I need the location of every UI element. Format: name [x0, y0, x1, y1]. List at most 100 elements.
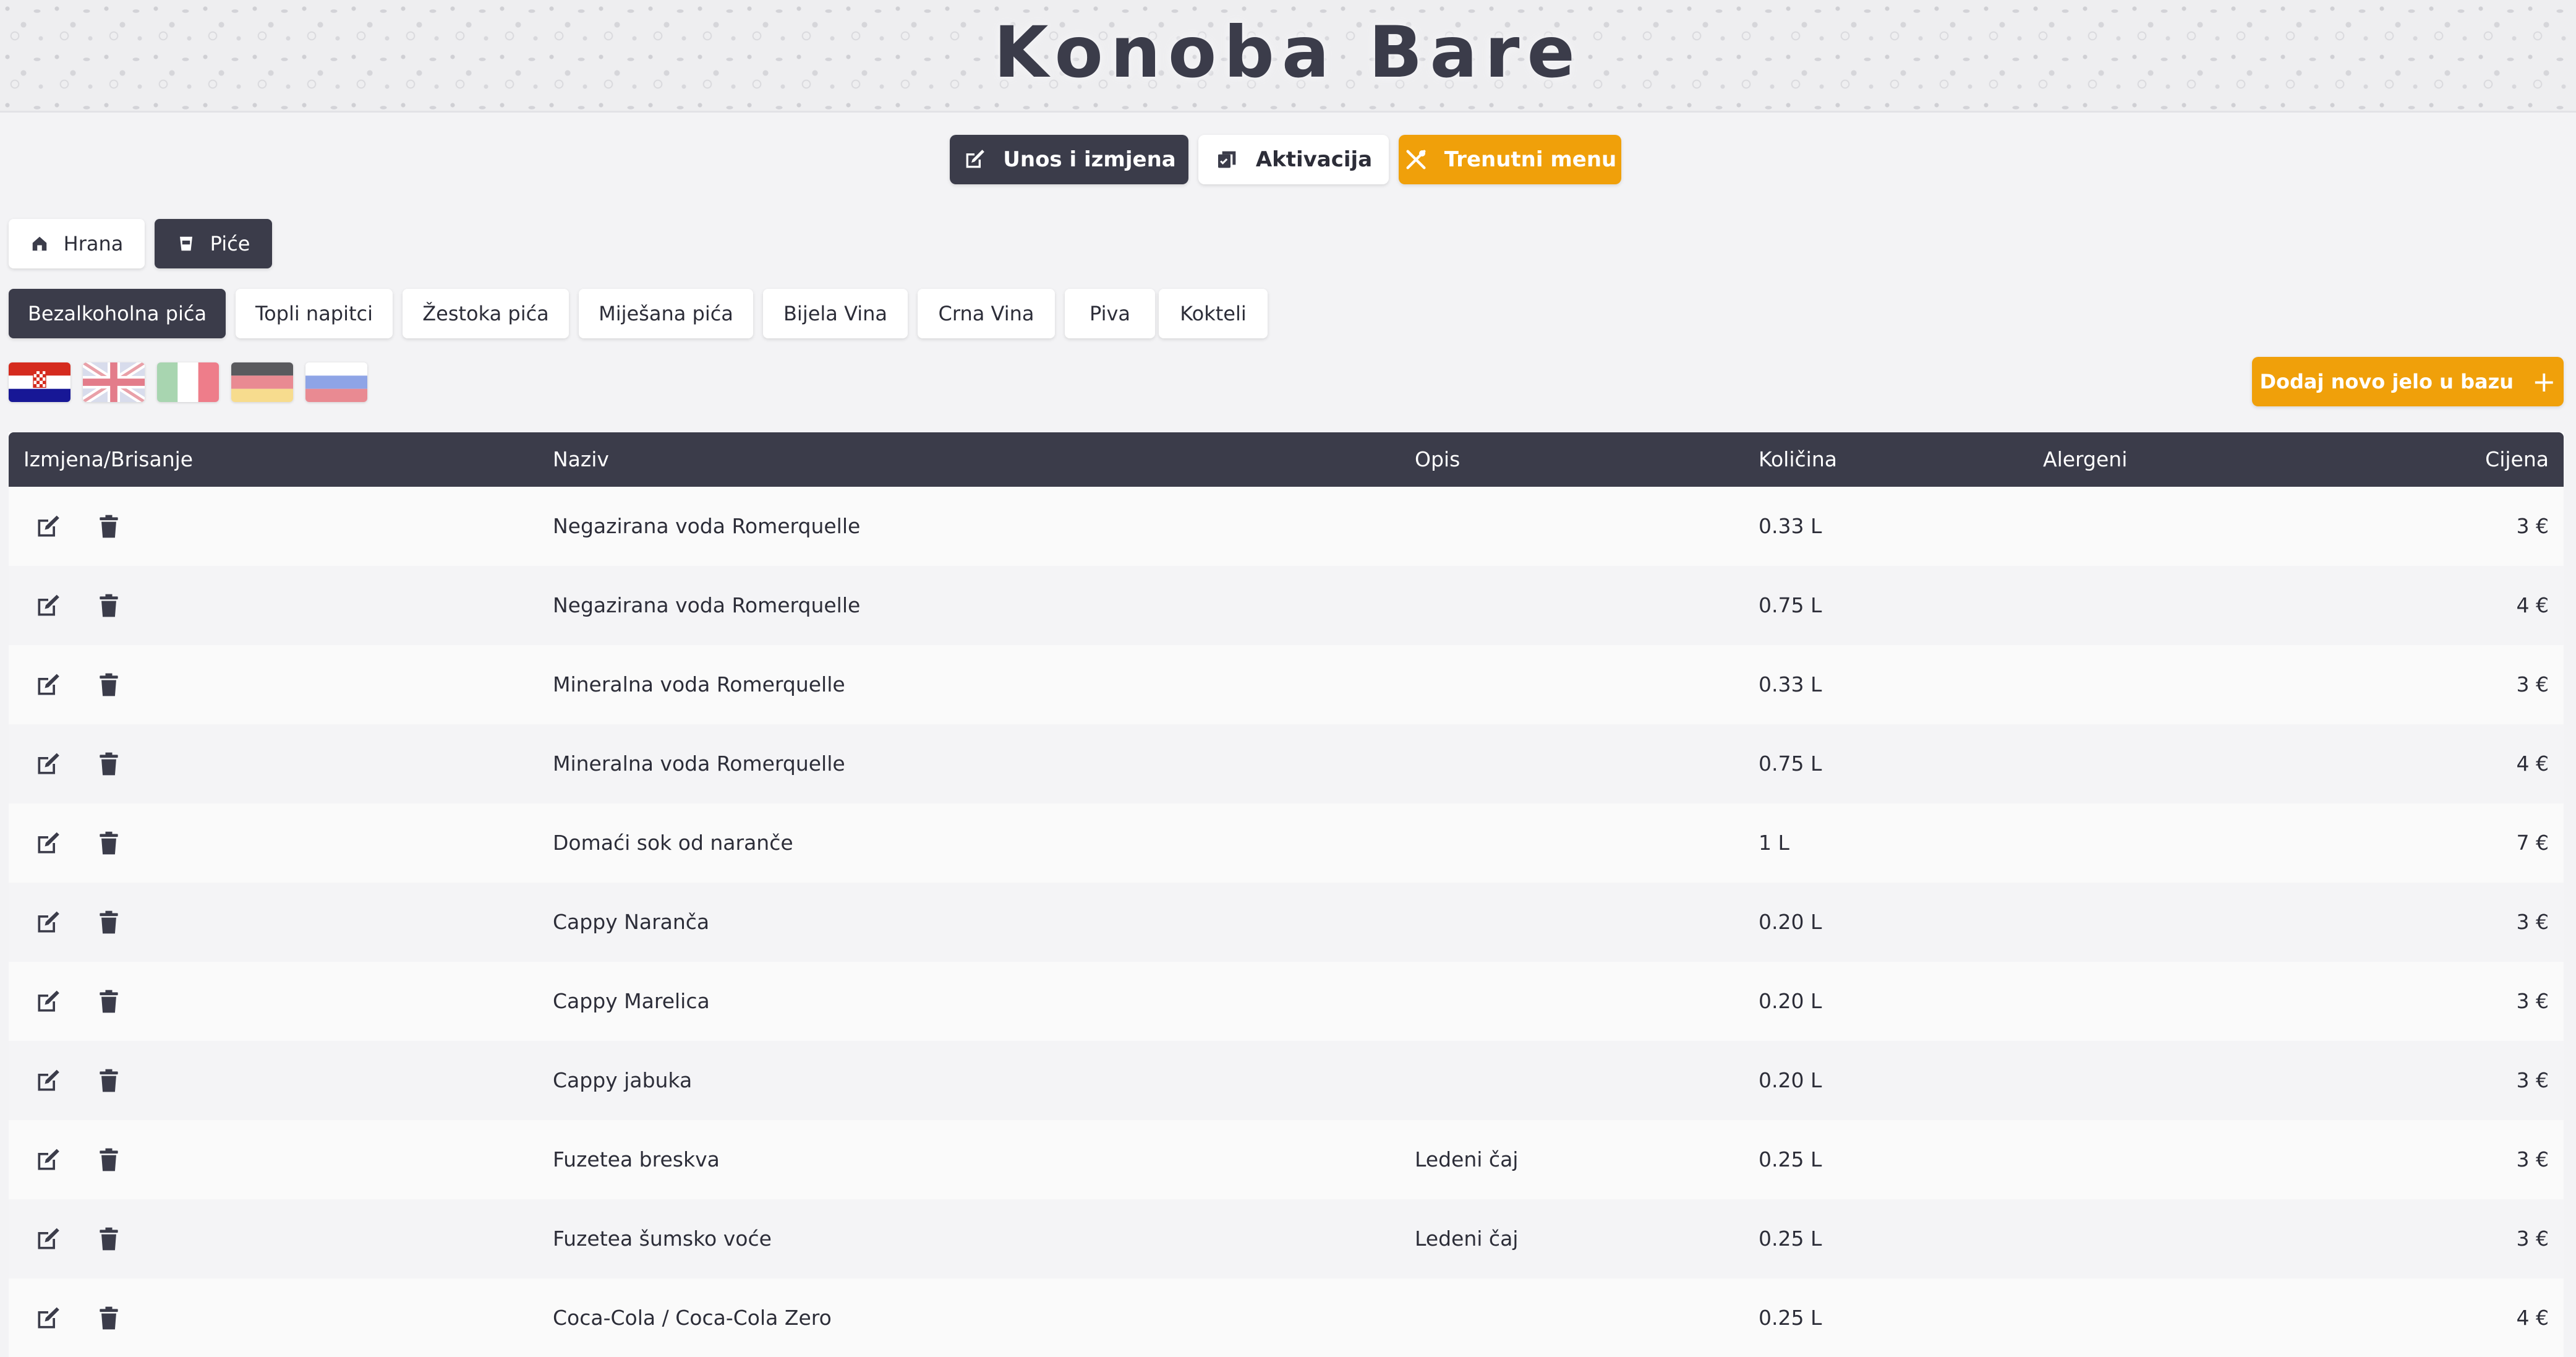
table-row: Mineralna voda Romerquelle 0.33 L 3 €: [9, 645, 2564, 724]
table-row: Mineralna voda Romerquelle 0.75 L 4 €: [9, 724, 2564, 803]
edit-icon[interactable]: [35, 1304, 62, 1332]
tab-topli-napitci[interactable]: Topli napitci: [236, 289, 393, 338]
edit-icon[interactable]: [35, 750, 62, 777]
plus-icon: +: [2531, 365, 2556, 398]
row-actions: [9, 1041, 194, 1120]
table-row: Coca-Cola / Coca-Cola Zero 0.25 L 4 €: [9, 1278, 2564, 1357]
category-pice-button[interactable]: Piće: [155, 219, 272, 268]
trash-icon[interactable]: [95, 592, 122, 619]
edit-icon: [962, 147, 987, 172]
table-row: Cappy Naranča 0.20 L 3 €: [9, 883, 2564, 962]
cell-kolicina: 1 L: [1759, 831, 1789, 855]
header-cijena[interactable]: Cijena: [2485, 432, 2549, 487]
german-flag-icon[interactable]: [231, 362, 293, 402]
croatian-flag-icon[interactable]: [9, 362, 70, 402]
cell-cijena: 3 €: [2516, 989, 2549, 1013]
table-row: Negazirana voda Romerquelle 0.33 L 3 €: [9, 487, 2564, 566]
english-flag-icon[interactable]: [83, 362, 145, 402]
tab-mijesana-pica[interactable]: Miješana pića: [579, 289, 753, 338]
edit-icon[interactable]: [35, 909, 62, 936]
header-actions: Izmjena/Brisanje: [23, 447, 194, 471]
cell-kolicina: 0.33 L: [1759, 672, 1822, 696]
edit-icon[interactable]: [35, 1225, 62, 1252]
cell-naziv: Cappy Naranča: [553, 910, 710, 934]
tab-zestoka-pica[interactable]: Žestoka pića: [403, 289, 569, 338]
cell-kolicina: 0.20 L: [1759, 989, 1822, 1013]
category-pice-label: Piće: [210, 232, 250, 255]
trash-icon[interactable]: [95, 671, 122, 698]
trash-icon[interactable]: [95, 1067, 122, 1094]
edit-icon[interactable]: [35, 592, 62, 619]
trash-icon[interactable]: [95, 1225, 122, 1252]
restaurant-title: Konoba Bare: [994, 11, 1582, 93]
food-icon: [30, 234, 49, 253]
nav-aktivacija-button[interactable]: Aktivacija: [1198, 135, 1389, 184]
header-alergeni[interactable]: Alergeni: [2043, 432, 2127, 487]
cell-cijena: 4 €: [2516, 593, 2549, 617]
add-new-item-label: Dodaj novo jelo u bazu: [2259, 370, 2514, 393]
trash-icon[interactable]: [95, 513, 122, 540]
trash-icon[interactable]: [95, 1146, 122, 1173]
row-actions: [9, 1278, 194, 1357]
trash-icon[interactable]: [95, 829, 122, 857]
tab-piva[interactable]: Piva: [1065, 289, 1155, 338]
cell-cijena: 3 €: [2516, 1226, 2549, 1251]
edit-icon[interactable]: [35, 513, 62, 540]
cell-cijena: 3 €: [2516, 1068, 2549, 1092]
table-row: Fuzetea breskva Ledeni čaj 0.25 L 3 €: [9, 1120, 2564, 1199]
cell-kolicina: 0.75 L: [1759, 751, 1822, 776]
tab-bijela-vina[interactable]: Bijela Vina: [763, 289, 908, 338]
tab-bezalkoholna-pica[interactable]: Bezalkoholna pića: [9, 289, 226, 338]
header-opis[interactable]: Opis: [1415, 432, 1460, 487]
edit-icon[interactable]: [35, 671, 62, 698]
add-new-item-button[interactable]: Dodaj novo jelo u bazu +: [2252, 357, 2564, 406]
row-actions: [9, 803, 194, 883]
nav-unos-label: Unos i izmjena: [1003, 147, 1176, 172]
trash-icon[interactable]: [95, 909, 122, 936]
row-actions: [9, 724, 194, 803]
cell-kolicina: 0.25 L: [1759, 1147, 1822, 1171]
category-hrana-button[interactable]: Hrana: [9, 219, 145, 268]
drink-icon: [177, 234, 195, 254]
cell-opis: Ledeni čaj: [1415, 1147, 1519, 1171]
cell-naziv: Mineralna voda Romerquelle: [553, 672, 845, 696]
row-actions: [9, 566, 194, 645]
edit-icon[interactable]: [35, 988, 62, 1015]
cell-kolicina: 0.75 L: [1759, 593, 1822, 617]
cell-kolicina: 0.20 L: [1759, 1068, 1822, 1092]
tab-crna-vina[interactable]: Crna Vina: [918, 289, 1055, 338]
edit-icon[interactable]: [35, 1067, 62, 1094]
trash-icon[interactable]: [95, 988, 122, 1015]
trash-icon[interactable]: [95, 750, 122, 777]
row-actions: [9, 962, 194, 1041]
cell-cijena: 3 €: [2516, 514, 2549, 538]
nav-trenutni-menu-button[interactable]: Trenutni menu: [1399, 135, 1621, 184]
row-actions: [9, 487, 194, 566]
cell-cijena: 3 €: [2516, 672, 2549, 696]
nav-unos-button[interactable]: Unos i izmjena: [950, 135, 1188, 184]
italian-flag-icon[interactable]: [157, 362, 219, 402]
cell-kolicina: 0.25 L: [1759, 1226, 1822, 1251]
cell-cijena: 4 €: [2516, 751, 2549, 776]
cell-cijena: 4 €: [2516, 1306, 2549, 1330]
table-row: Fuzetea šumsko voće Ledeni čaj 0.25 L 3 …: [9, 1199, 2564, 1278]
table-row: Domaći sok od naranče 1 L 7 €: [9, 803, 2564, 883]
row-actions: [9, 1199, 194, 1278]
cell-naziv: Coca-Cola / Coca-Cola Zero: [553, 1306, 832, 1330]
trash-icon[interactable]: [95, 1304, 122, 1332]
header-kolicina[interactable]: Količina: [1759, 432, 1837, 487]
cell-naziv: Negazirana voda Romerquelle: [553, 593, 861, 617]
table-row: Cappy Marelica 0.20 L 3 €: [9, 962, 2564, 1041]
activation-icon: [1215, 147, 1240, 172]
tab-kokteli[interactable]: Kokteli: [1159, 289, 1268, 338]
edit-icon[interactable]: [35, 1146, 62, 1173]
edit-icon[interactable]: [35, 829, 62, 857]
cell-naziv: Negazirana voda Romerquelle: [553, 514, 861, 538]
header-banner: Konoba Bare: [0, 0, 2576, 113]
header-naziv[interactable]: Naziv: [553, 432, 609, 487]
cell-naziv: Fuzetea breskva: [553, 1147, 720, 1171]
row-actions: [9, 1120, 194, 1199]
cell-kolicina: 0.33 L: [1759, 514, 1822, 538]
cell-naziv: Fuzetea šumsko voće: [553, 1226, 772, 1251]
russian-flag-icon[interactable]: [305, 362, 367, 402]
